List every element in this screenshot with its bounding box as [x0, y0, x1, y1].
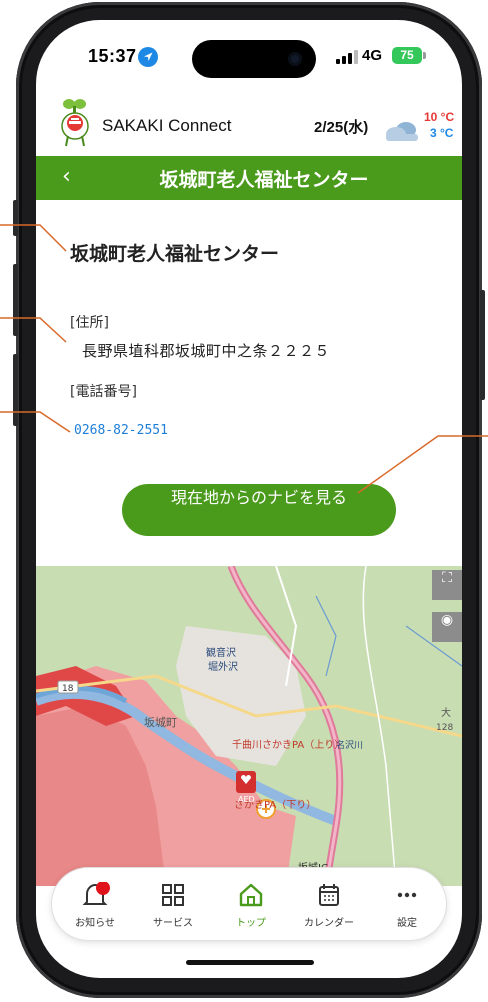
- phone-screen: 15:37 4G 75 SAKAKI Connect 2/25(水) 10 °C…: [36, 20, 462, 978]
- svg-text:18: 18: [62, 684, 74, 694]
- power-button: [480, 290, 485, 400]
- network-type: 4G: [362, 47, 383, 64]
- tab-label: トップ: [236, 918, 266, 929]
- home-indicator[interactable]: [186, 960, 314, 965]
- facility-name: 坂城町老人福祉センター: [70, 243, 280, 265]
- bell-icon: [82, 882, 110, 905]
- volume-up-button: [13, 264, 18, 336]
- svg-text:大: 大: [441, 706, 451, 719]
- temperature-high: 10 °C: [424, 110, 455, 124]
- svg-text:名沢川: 名沢川: [336, 739, 363, 751]
- tab-notifications[interactable]: お知らせ: [56, 868, 134, 940]
- bottom-tab-bar: お知らせ サービス トップ カレンダー 設定: [52, 868, 446, 940]
- map-view[interactable]: 観音沢 堀外沢 坂城町 千曲川さかきPA（上り） さかきPA（下り） AED 坂…: [36, 566, 462, 886]
- title-bar: ‹ 坂城町老人福祉センター: [36, 156, 462, 200]
- app-logo: [61, 99, 89, 147]
- svg-text:128: 128: [436, 723, 453, 733]
- app-name: SAKAKI Connect: [102, 116, 232, 135]
- svg-text:堀外沢: 堀外沢: [208, 660, 238, 673]
- location-arrow-icon: [138, 47, 158, 67]
- temperature-low: 3 °C: [430, 126, 454, 140]
- address-label: [住所]: [70, 315, 109, 331]
- navigation-button[interactable]: 現在地からのナビを見る: [122, 484, 396, 536]
- tab-label: カレンダー: [304, 918, 354, 929]
- volume-down-button: [13, 354, 18, 426]
- current-date: 2/25(水): [314, 119, 369, 136]
- cloud-icon: [386, 122, 418, 141]
- svg-text:千曲川さかきPA（上り）: 千曲川さかきPA（上り）: [232, 739, 344, 751]
- more-icon: [397, 892, 417, 898]
- phone-link[interactable]: 0268-82-2551: [74, 423, 168, 438]
- locate-icon[interactable]: ◉: [432, 612, 462, 642]
- signal-icon: [336, 50, 360, 64]
- status-time: 15:37: [88, 46, 137, 66]
- map-tiles: 観音沢 堀外沢 坂城町 千曲川さかきPA（上り） さかきPA（下り） AED 坂…: [36, 566, 462, 886]
- tab-top[interactable]: トップ: [212, 868, 290, 940]
- tab-services[interactable]: サービス: [134, 868, 212, 940]
- phone-label: [電話番号]: [70, 384, 137, 400]
- fullscreen-icon[interactable]: ⛶: [432, 570, 462, 600]
- tab-settings[interactable]: 設定: [368, 868, 446, 940]
- battery-icon: 75: [392, 47, 426, 64]
- app-header: SAKAKI Connect 2/25(水) 10 °C 3 °C: [36, 90, 462, 154]
- grid-icon: [162, 884, 184, 906]
- status-bar: 15:37 4G 75: [36, 20, 462, 88]
- svg-text:AED: AED: [238, 795, 255, 804]
- tab-label: 設定: [397, 918, 417, 929]
- tab-label: サービス: [153, 918, 193, 929]
- svg-text:観音沢: 観音沢: [206, 646, 236, 659]
- calendar-icon: [319, 884, 339, 906]
- address-value: 長野県埴科郡坂城町中之条２２２５: [82, 342, 331, 360]
- action-button: [13, 200, 18, 236]
- home-icon: [239, 883, 263, 907]
- page-title: 坂城町老人福祉センター: [159, 169, 369, 191]
- tab-label: お知らせ: [75, 918, 115, 929]
- tab-calendar[interactable]: カレンダー: [290, 868, 368, 940]
- dynamic-island: [192, 40, 316, 78]
- svg-text:坂城町: 坂城町: [144, 716, 177, 729]
